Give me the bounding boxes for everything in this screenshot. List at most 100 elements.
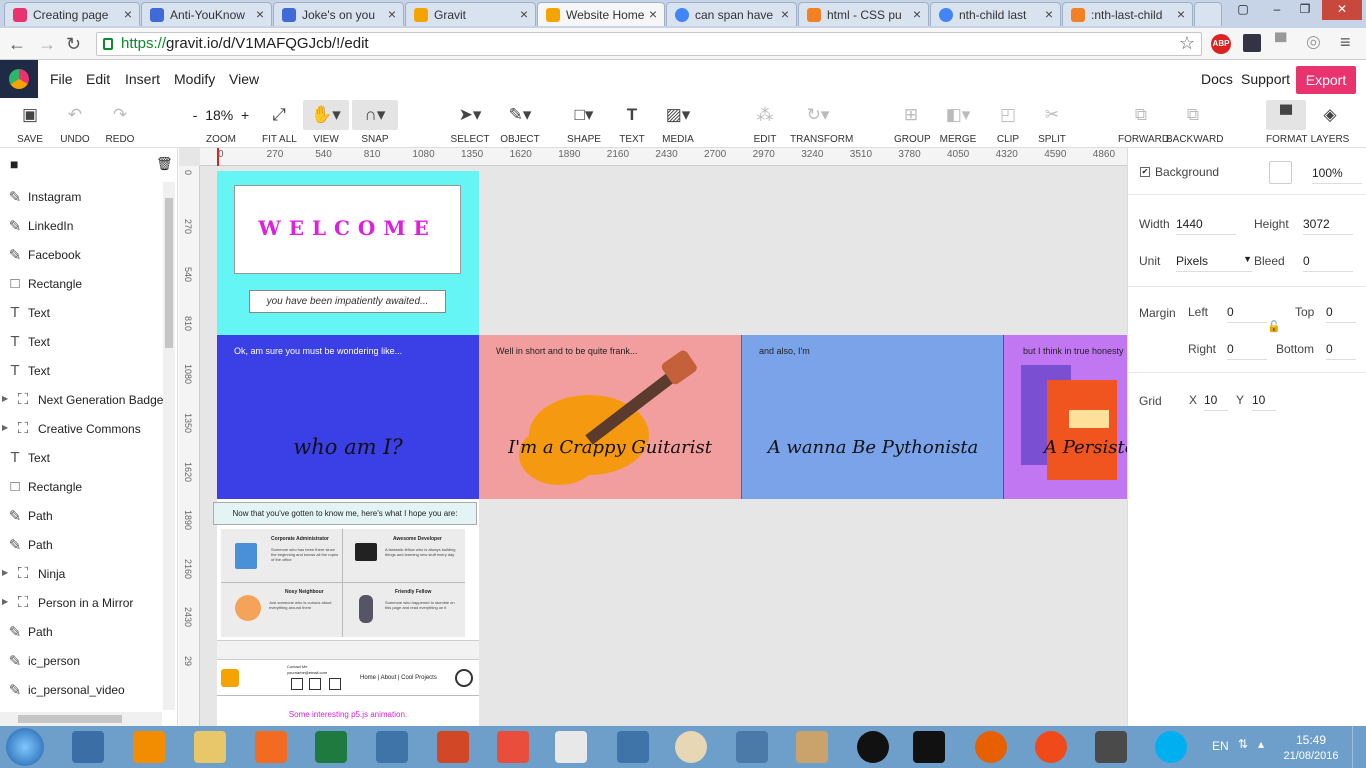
close-tab-icon[interactable]: × <box>1177 6 1185 22</box>
clip-button[interactable]: ◰ CLIP <box>994 100 1022 145</box>
panel-pythonista[interactable]: and also, I'm A wanna Be Pythonista <box>741 335 1003 499</box>
chrome-icon[interactable] <box>675 731 707 763</box>
layer-scrollbar[interactable] <box>163 182 175 710</box>
shape-tool[interactable]: □▾ SHAPE <box>564 100 604 145</box>
skype-icon[interactable] <box>1155 731 1187 763</box>
close-tab-icon[interactable]: × <box>256 6 264 22</box>
snap-button[interactable]: ∩▾ SNAP <box>352 100 398 145</box>
p3-app-icon[interactable] <box>857 731 889 763</box>
unit-select[interactable]: Pixels ▼ <box>1176 254 1252 272</box>
redo-button[interactable]: ↷ REDO <box>104 100 136 145</box>
python-idle-icon[interactable] <box>617 731 649 763</box>
margin-bottom-input[interactable]: 0 <box>1326 342 1356 360</box>
edit-tool[interactable]: ⁂ EDIT <box>750 100 780 145</box>
background-opacity-input[interactable]: 100% <box>1312 166 1362 184</box>
height-input[interactable]: 3072 <box>1303 217 1353 235</box>
browser-tab[interactable]: Anti-YouKnow × <box>141 2 272 26</box>
minimize-icon[interactable]: – <box>1264 0 1290 20</box>
zoom-value-input[interactable]: 18% <box>205 107 233 123</box>
backward-button[interactable]: ⧉ BACKWARD <box>1166 100 1223 145</box>
browser-tab[interactable]: Creating page × <box>4 2 140 26</box>
clock-date[interactable]: 21/08/2016 <box>1280 750 1342 762</box>
pdf-app-icon[interactable] <box>255 731 287 763</box>
keyboard-app-icon[interactable] <box>72 731 104 763</box>
grid-x-input[interactable]: 10 <box>1204 393 1228 411</box>
fit-all-button[interactable]: ⤢ FIT ALL <box>262 100 297 145</box>
horizontal-scrollbar[interactable] <box>0 712 162 726</box>
layer-item[interactable]: T Text <box>0 443 162 472</box>
layer-item[interactable]: T Text <box>0 327 162 356</box>
browser-tab[interactable]: nth-child last × <box>930 2 1061 26</box>
expand-arrow-icon[interactable]: ▶ <box>2 423 8 432</box>
width-input[interactable]: 1440 <box>1176 217 1236 235</box>
margin-top-input[interactable]: 0 <box>1326 305 1356 323</box>
format-button[interactable]: ▀ FORMAT <box>1266 100 1307 145</box>
clock-time[interactable]: 15:49 <box>1280 733 1342 747</box>
close-tab-icon[interactable]: × <box>913 6 921 22</box>
layer-item[interactable]: T Text <box>0 356 162 385</box>
expand-arrow-icon[interactable]: ▶ <box>2 568 8 577</box>
layers-button[interactable]: ◈ LAYERS <box>1310 100 1350 145</box>
app-window-icon[interactable] <box>555 731 587 763</box>
show-desktop-button[interactable] <box>1352 726 1366 768</box>
layer-item[interactable]: ✎ Facebook <box>0 240 162 269</box>
extension-circle-icon[interactable]: ◎ <box>1306 32 1321 52</box>
layer-item[interactable]: ✎ ic_person <box>0 646 162 675</box>
canvas-area[interactable]: 0 270 540 810 1080 1350 1620 1890 2160 2430 2700 29… <box>179 148 1127 726</box>
save-button[interactable]: ▣ SAVE <box>14 100 46 145</box>
object-tool[interactable]: ✎▾ OBJECT <box>498 100 542 145</box>
select-tool[interactable]: ➤▾ SELECT <box>450 100 490 145</box>
adblock-icon[interactable]: ABP <box>1211 34 1231 54</box>
browser-tab[interactable]: html - CSS pu × <box>798 2 929 26</box>
layer-item[interactable]: ▶ ⛶ Creative Commons <box>0 414 162 443</box>
zoom-out-button[interactable]: - <box>193 107 198 123</box>
folder-icon[interactable]: ■ <box>10 156 18 172</box>
close-tab-icon[interactable]: × <box>1045 6 1053 22</box>
layer-item[interactable]: ▶ ⛶ Ninja <box>0 559 162 588</box>
transform-tool[interactable]: ↻▾ TRANSFORM <box>790 100 853 145</box>
browser-tab[interactable]: can span have × <box>666 2 797 26</box>
scrollbar-thumb[interactable] <box>165 198 173 348</box>
layer-item[interactable]: ✎ Instagram <box>0 182 162 211</box>
menu-file[interactable]: File <box>50 71 73 87</box>
group-button[interactable]: ⊞ GROUP <box>894 100 931 145</box>
close-tab-icon[interactable]: × <box>781 6 789 22</box>
margin-left-input[interactable]: 0 <box>1227 305 1267 323</box>
excel-icon[interactable] <box>315 731 347 763</box>
browser-tab[interactable]: Joke's on you × <box>273 2 404 26</box>
merge-button[interactable]: ◧▾ MERGE <box>938 100 978 145</box>
menu-modify[interactable]: Modify <box>174 71 215 87</box>
back-icon[interactable]: ← <box>8 34 26 55</box>
panel-persistent[interactable]: but I think in true honesty A Persiste <box>1003 335 1127 499</box>
close-tab-icon[interactable]: × <box>649 6 657 22</box>
close-tab-icon[interactable]: × <box>388 6 396 22</box>
support-link[interactable]: Support <box>1241 71 1290 87</box>
firefox-dev-icon[interactable] <box>1035 731 1067 763</box>
maximize-icon[interactable]: ❐ <box>1292 0 1318 20</box>
layer-item[interactable]: □ Rectangle <box>0 269 162 298</box>
sublime-text-icon[interactable] <box>1095 731 1127 763</box>
forward-button[interactable]: ⧉ FORWARD <box>1118 100 1169 145</box>
network-icon[interactable]: ⇅ <box>1238 737 1248 751</box>
close-window-icon[interactable]: ✕ <box>1322 0 1362 20</box>
gravit-logo-box[interactable] <box>0 60 38 98</box>
background-checkbox[interactable]: ✔ <box>1140 167 1150 177</box>
text-tool[interactable]: T TEXT <box>616 100 648 145</box>
expand-arrow-icon[interactable]: ▶ <box>2 394 8 403</box>
bleed-input[interactable]: 0 <box>1303 254 1353 272</box>
file-explorer-icon[interactable] <box>194 731 226 763</box>
docs-link[interactable]: Docs <box>1201 71 1233 87</box>
h-scrollbar-thumb[interactable] <box>18 715 122 723</box>
url-field[interactable]: https://gravit.io/d/V1MAFQGJcb/!/edit ☆ <box>96 32 1202 56</box>
zoom-in-button[interactable]: + <box>241 107 249 123</box>
layer-item[interactable]: ✎ LinkedIn <box>0 211 162 240</box>
undo-button[interactable]: ↶ UNDO <box>59 100 91 145</box>
media-tool[interactable]: ▨▾ MEDIA <box>660 100 696 145</box>
reload-icon[interactable]: ↻ <box>66 34 81 55</box>
unlock-icon[interactable]: 🔓 <box>1267 320 1281 333</box>
powerpoint-icon[interactable] <box>437 731 469 763</box>
expand-arrow-icon[interactable]: ▶ <box>2 597 8 606</box>
menu-view[interactable]: View <box>229 71 259 87</box>
welcome-section[interactable]: WELCOME you have been impatiently awaite… <box>217 171 479 335</box>
user-icon[interactable]: ▢ <box>1230 0 1256 20</box>
